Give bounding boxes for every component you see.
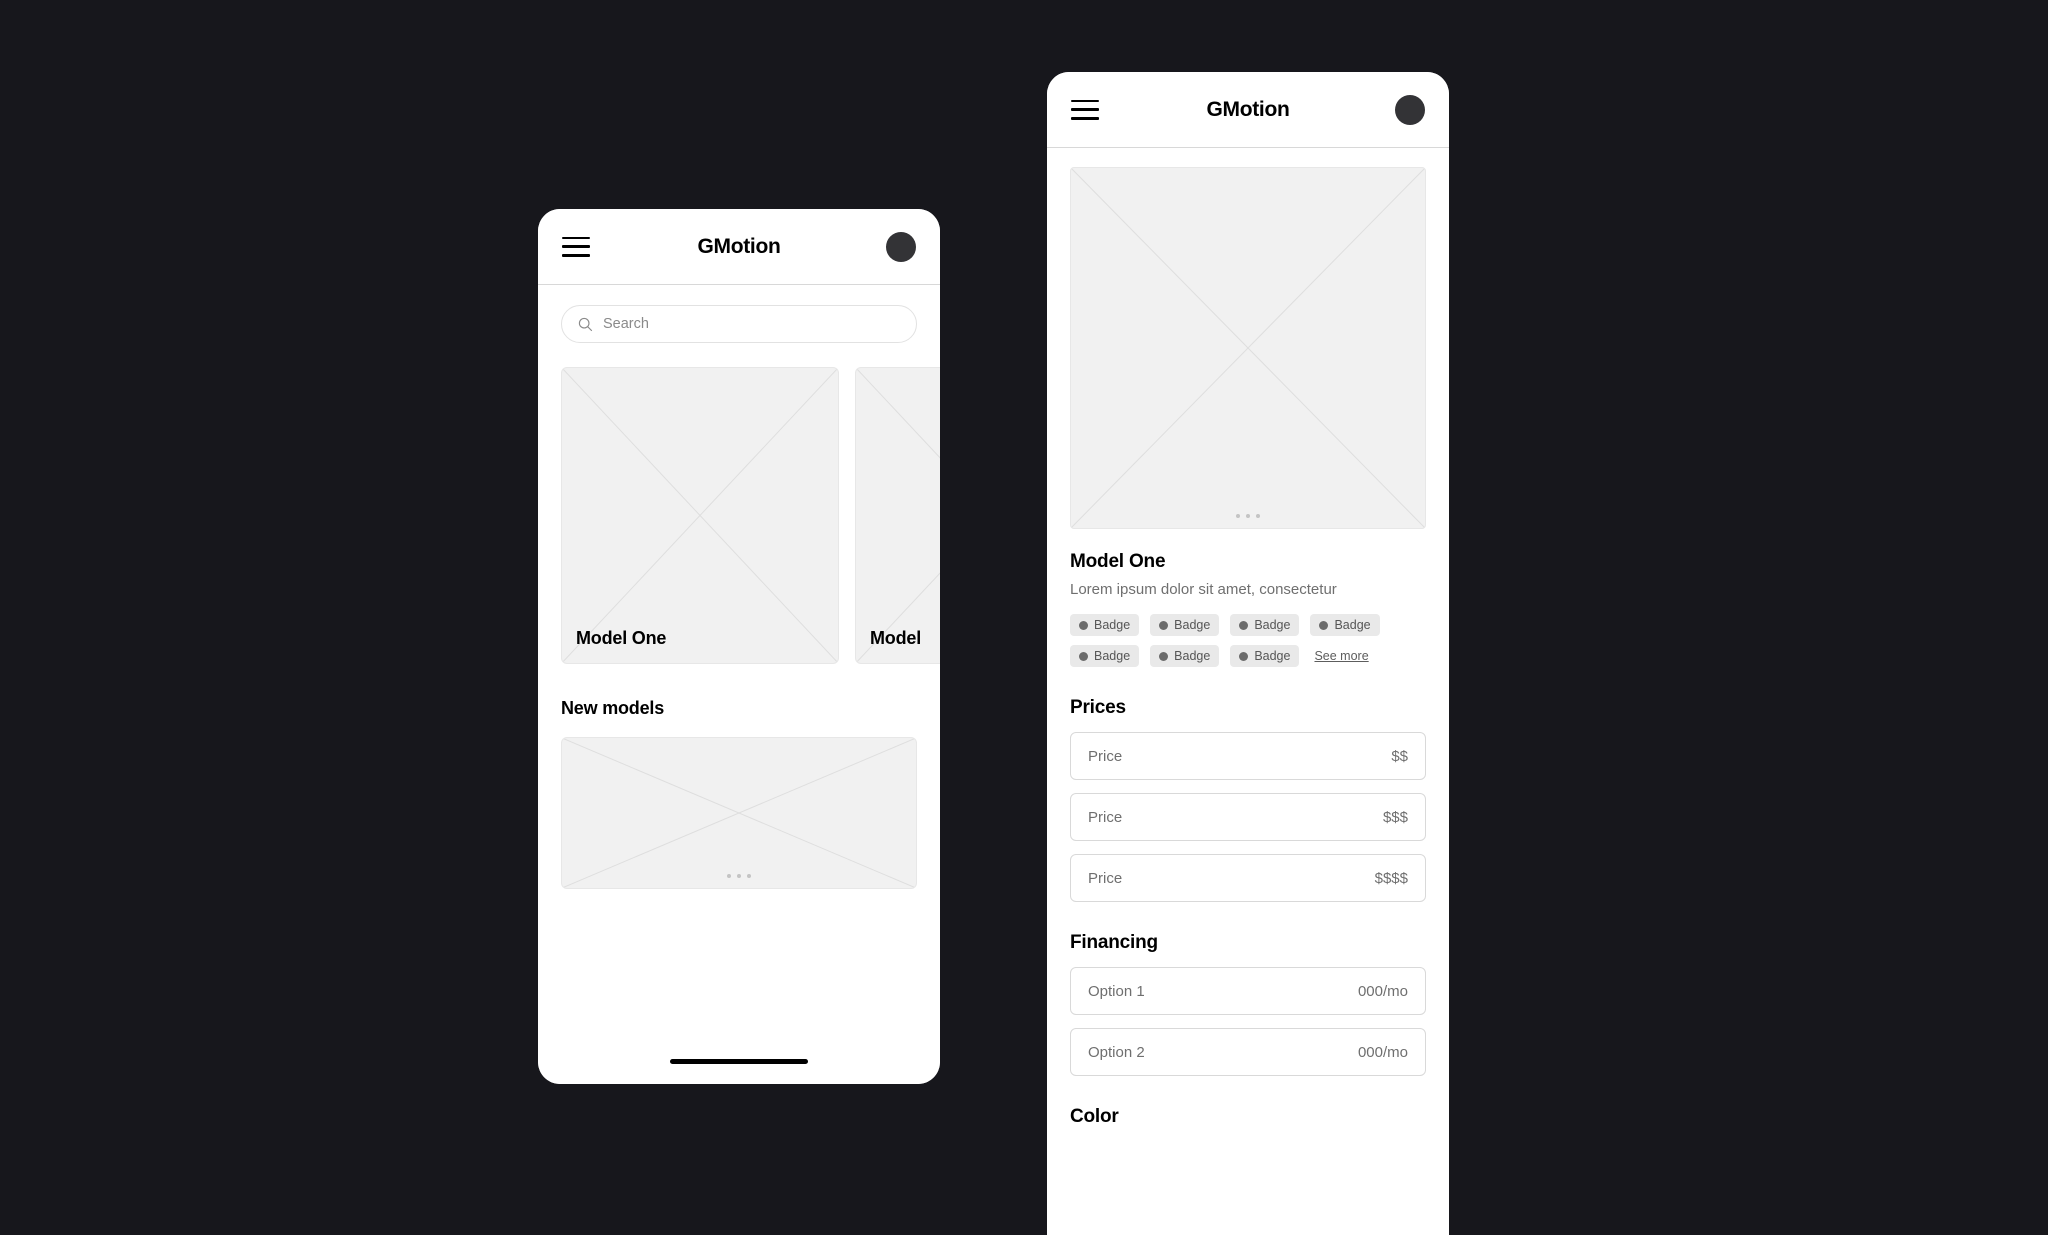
image-placeholder-icon [856,368,940,663]
new-models-section: New models [538,664,940,719]
new-models-banner-wrap [538,719,940,889]
app-title: GMotion [697,234,781,258]
carousel-dots[interactable] [562,874,916,878]
search-icon [578,317,593,331]
price-row[interactable]: Price $$$$ [1070,854,1426,902]
price-row[interactable]: Price $$ [1070,732,1426,780]
product-description: Lorem ipsum dolor sit amet, consectetur [1070,581,1337,598]
product-hero-image[interactable] [1070,167,1426,529]
hamburger-menu-icon[interactable] [562,236,590,257]
badge-label: Badge [1094,617,1131,632]
badge[interactable]: Badge [1230,645,1300,667]
appbar-detail: GMotion [1047,72,1449,148]
avatar[interactable] [1395,94,1425,125]
badge-dot-icon [1159,620,1169,630]
financing-value: 000/mo [1357,1043,1408,1061]
home-indicator [670,1059,808,1064]
image-placeholder-icon [1071,168,1425,528]
image-placeholder-icon [562,368,838,663]
financing-row[interactable]: Option 2 000/mo [1070,1028,1426,1076]
badge[interactable]: Badge [1150,614,1220,636]
financing-value: 000/mo [1357,982,1408,1000]
home-screen-body: Search Model One Model New models [538,285,940,1084]
badge[interactable]: Badge [1230,614,1300,636]
badge[interactable]: Badge [1310,614,1380,636]
model-card-label: Model One [576,628,667,648]
detail-screen-body: Model One Lorem ipsum dolor sit amet, co… [1047,148,1449,1235]
badge-dot-icon [1079,620,1088,630]
badge-dot-icon [1319,620,1329,630]
search-placeholder: Search [603,316,649,332]
badge-label: Badge [1094,648,1131,663]
price-label: Price [1088,869,1123,887]
badge-dot-icon [1239,620,1249,630]
badge-label: Badge [1174,648,1211,663]
badge[interactable]: Badge [1150,645,1220,667]
phone-mockup-detail: GMotion Model One Lorem ipsum dolor sit … [1047,72,1449,1235]
section-heading-prices: Prices [1070,697,1126,718]
badge[interactable]: Badge [1070,645,1140,667]
price-row[interactable]: Price $$$ [1070,793,1426,841]
carousel-dots[interactable] [1071,514,1425,518]
detail-content: Model One Lorem ipsum dolor sit amet, co… [1047,167,1449,1128]
appbar-home: GMotion [538,209,940,285]
search-section: Search [538,285,940,343]
featured-models-rail[interactable]: Model One Model [538,343,940,664]
avatar[interactable] [886,231,916,262]
financing-label: Option 1 [1088,982,1145,1000]
price-value: $$$ [1382,808,1408,826]
badge-label: Badge [1174,617,1211,632]
section-heading-financing: Financing [1070,932,1158,953]
carousel-dot[interactable] [727,874,731,878]
financing-label: Option 2 [1088,1043,1145,1061]
section-heading-color: Color [1070,1106,1119,1127]
badge-dot-icon [1159,651,1169,661]
carousel-dot[interactable] [747,874,751,878]
new-models-banner[interactable] [561,737,917,889]
image-placeholder-icon [562,738,916,888]
price-label: Price [1088,747,1123,765]
badge-label: Badge [1254,617,1291,632]
badge[interactable]: Badge [1070,614,1140,636]
phone-mockup-home: GMotion Search Model One Model New model… [538,209,940,1084]
product-title: Model One [1070,551,1166,572]
carousel-dot[interactable] [1236,514,1240,518]
badge-list: Badge Badge Badge Badge Badge Badge Badg… [1070,614,1406,667]
price-value: $$$$ [1374,869,1408,887]
app-title: GMotion [1206,97,1290,121]
badge-dot-icon [1239,651,1249,661]
badge-dot-icon [1079,651,1088,661]
financing-row[interactable]: Option 1 000/mo [1070,967,1426,1015]
model-card[interactable]: Model One [561,367,839,664]
carousel-dot[interactable] [1256,514,1260,518]
see-more-link[interactable]: See more [1314,649,1368,663]
model-card[interactable]: Model [855,367,940,664]
search-input[interactable]: Search [561,305,917,343]
hamburger-menu-icon[interactable] [1071,99,1099,120]
section-heading-new-models: New models [561,698,665,718]
price-label: Price [1088,808,1123,826]
carousel-dot[interactable] [737,874,741,878]
badge-label: Badge [1334,617,1371,632]
model-card-label: Model [870,628,921,648]
carousel-dot[interactable] [1246,514,1250,518]
price-value: $$ [1391,747,1408,765]
badge-label: Badge [1254,648,1291,663]
